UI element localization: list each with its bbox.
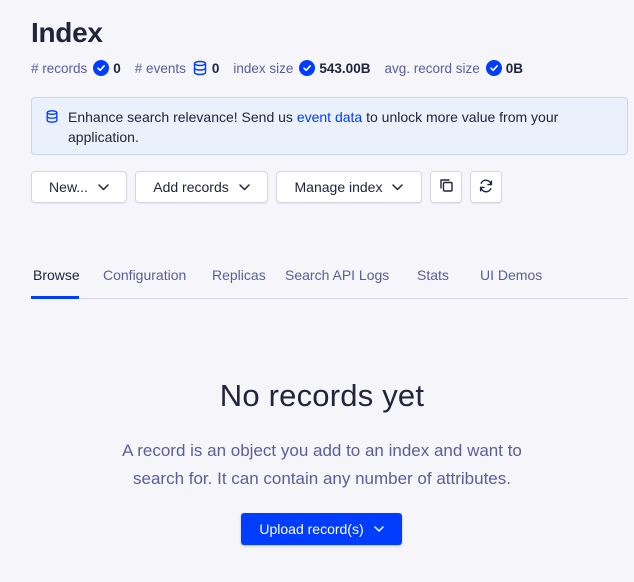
database-icon	[45, 109, 59, 129]
chevron-down-icon	[238, 183, 250, 191]
stat-records-label: # records	[31, 60, 88, 76]
stat-index-size: index size 543.00B	[233, 60, 370, 76]
stat-index-size-label: index size	[233, 60, 294, 76]
new-button[interactable]: New...	[31, 171, 127, 203]
event-data-link[interactable]: event data	[297, 109, 362, 125]
stat-avg-record-size: avg. record size 0B	[384, 60, 523, 76]
stat-records: # records 0	[31, 60, 121, 76]
tab-stats[interactable]: Stats	[417, 267, 449, 283]
stat-events: # events 0	[135, 60, 220, 76]
page-title: Index	[31, 17, 103, 48]
stat-events-value: 0	[211, 60, 220, 76]
upload-records-label: Upload record(s)	[259, 521, 364, 537]
empty-state-description: A record is an object you add to an inde…	[122, 441, 522, 488]
stat-records-value: 0	[113, 60, 121, 76]
upload-records-button[interactable]: Upload record(s)	[241, 513, 402, 545]
tab-search-api-logs[interactable]: Search API Logs	[285, 267, 389, 283]
active-tab-indicator	[31, 296, 79, 299]
refresh-button[interactable]	[470, 171, 502, 203]
stat-avg-record-size-value: 0B	[505, 60, 524, 76]
refresh-icon	[478, 178, 494, 197]
stat-events-label: # events	[134, 60, 186, 76]
check-circle-icon	[299, 60, 316, 76]
new-button-label: New...	[49, 179, 88, 195]
index-page: Index # records 0 # events 0 index size …	[0, 0, 634, 582]
manage-index-button[interactable]: Manage index	[276, 171, 422, 203]
add-records-label: Add records	[153, 179, 229, 195]
index-stats: # records 0 # events 0 index size 543.00…	[31, 58, 537, 78]
tab-ui-demos[interactable]: UI Demos	[480, 267, 542, 283]
chevron-down-icon	[98, 183, 109, 191]
copy-index-button[interactable]	[430, 171, 462, 203]
database-icon	[192, 60, 208, 76]
manage-index-label: Manage index	[294, 179, 383, 195]
tab-configuration[interactable]: Configuration	[103, 267, 186, 283]
tab-browse[interactable]: Browse	[33, 267, 80, 283]
stat-avg-record-size-label: avg. record size	[384, 60, 480, 76]
copy-icon	[439, 178, 454, 196]
stat-index-size-value: 543.00B	[319, 60, 371, 76]
add-records-button[interactable]: Add records	[135, 171, 268, 203]
check-circle-icon	[485, 60, 502, 76]
chevron-down-icon	[373, 526, 384, 532]
index-tabs: Browse Configuration Replicas Search API…	[31, 258, 628, 299]
banner-text-before: Enhance search relevance! Send us	[68, 109, 297, 125]
check-circle-icon	[93, 60, 110, 76]
tab-replicas[interactable]: Replicas	[212, 267, 266, 283]
info-banner: Enhance search relevance! Send us event …	[31, 97, 628, 155]
empty-state-title: No records yet	[219, 378, 425, 413]
chevron-down-icon	[392, 183, 404, 191]
